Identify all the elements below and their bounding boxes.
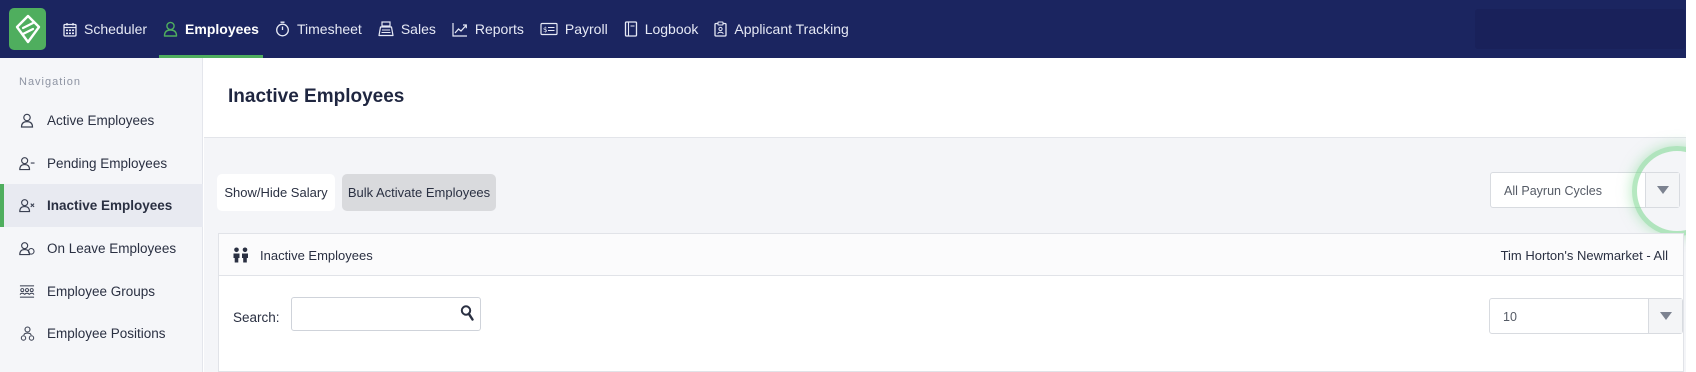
sidebar-item-label: On Leave Employees bbox=[47, 241, 177, 256]
user-menu[interactable] bbox=[1475, 9, 1685, 49]
nav-item-scheduler[interactable]: Scheduler bbox=[63, 0, 147, 58]
sidebar-item-inactive-employees[interactable]: Inactive Employees bbox=[0, 184, 203, 227]
bulk-activate-button[interactable]: Bulk Activate Employees bbox=[342, 174, 496, 211]
money-icon: $ bbox=[540, 22, 558, 36]
nav-item-label: Employees bbox=[185, 21, 259, 37]
search-label: Search: bbox=[233, 310, 280, 325]
nav-item-applicant-tracking[interactable]: Applicant Tracking bbox=[714, 0, 849, 58]
show-hide-salary-button[interactable]: Show/Hide Salary bbox=[217, 174, 335, 211]
nav-item-label: Timesheet bbox=[296, 21, 362, 37]
page-title: Inactive Employees bbox=[228, 86, 405, 107]
nav-item-sales[interactable]: Sales bbox=[378, 0, 436, 58]
sidebar-item-employee-groups[interactable]: Employee Groups bbox=[0, 270, 203, 313]
sidebar-heading: Navigation bbox=[19, 76, 81, 88]
stopwatch-icon bbox=[276, 21, 289, 37]
sidebar-item-label: Employee Positions bbox=[47, 326, 166, 341]
sidebar-item-label: Inactive Employees bbox=[47, 198, 173, 213]
page-length-select[interactable]: 10 bbox=[1489, 298, 1683, 334]
nav-item-label: Payroll bbox=[564, 21, 608, 37]
nav-item-logbook[interactable]: Logbook bbox=[624, 0, 699, 58]
person-icon bbox=[19, 113, 35, 129]
position-icon bbox=[19, 325, 35, 342]
dropdown-toggle[interactable] bbox=[1648, 299, 1682, 333]
sidebar-item-label: Active Employees bbox=[47, 113, 155, 128]
nav-item-label: Applicant Tracking bbox=[734, 21, 849, 37]
group-icon bbox=[19, 284, 35, 300]
clipboard-icon bbox=[714, 21, 728, 37]
svg-text:$: $ bbox=[543, 26, 547, 34]
page-header: Inactive Employees bbox=[204, 58, 1686, 138]
panel-header: Inactive Employees Tim Horton's Newmarke… bbox=[219, 234, 1683, 276]
search-input[interactable] bbox=[292, 298, 452, 330]
sidebar-item-pending-employees[interactable]: Pending Employees bbox=[0, 142, 203, 185]
chevron-down-icon bbox=[1656, 186, 1669, 194]
people-icon bbox=[233, 247, 248, 263]
location-label: Tim Horton's Newmarket - All bbox=[1500, 248, 1668, 263]
window-edge bbox=[1686, 0, 1696, 372]
calendar-icon bbox=[63, 22, 77, 37]
nav-item-payroll[interactable]: $ Payroll bbox=[540, 0, 608, 58]
inactive-employees-panel: Inactive Employees Tim Horton's Newmarke… bbox=[218, 233, 1684, 372]
sidebar-item-active-employees[interactable]: Active Employees bbox=[0, 99, 203, 142]
dropdown-toggle[interactable] bbox=[1645, 173, 1679, 207]
person-pending-icon bbox=[19, 156, 35, 172]
nav-item-label: Sales bbox=[400, 21, 436, 37]
sidebar-item-employee-positions[interactable]: Employee Positions bbox=[0, 312, 203, 355]
sidebar-item-label: Employee Groups bbox=[47, 284, 156, 299]
book-icon bbox=[624, 21, 637, 37]
main-content: Inactive Employees Show/Hide Salary Bulk… bbox=[204, 58, 1696, 372]
nav-item-label: Logbook bbox=[644, 21, 699, 37]
main-nav: Scheduler Employees Timesheet Sales Repo… bbox=[63, 0, 849, 58]
top-navigation-bar: Scheduler Employees Timesheet Sales Repo… bbox=[0, 0, 1696, 58]
page-length-value: 10 bbox=[1503, 310, 1517, 324]
nav-item-label: Scheduler bbox=[84, 21, 148, 37]
nav-item-reports[interactable]: Reports bbox=[452, 0, 524, 58]
person-remove-icon bbox=[19, 198, 35, 214]
search-icon bbox=[460, 305, 474, 321]
panel-title: Inactive Employees bbox=[260, 248, 373, 263]
register-icon bbox=[378, 21, 394, 37]
nav-item-label: Reports bbox=[474, 21, 524, 37]
app-logo[interactable] bbox=[9, 8, 46, 50]
sidebar: Navigation Active Employees Pending Empl… bbox=[0, 58, 203, 372]
person-icon bbox=[163, 21, 178, 37]
sidebar-item-label: Pending Employees bbox=[47, 156, 168, 171]
nav-item-employees[interactable]: Employees bbox=[159, 0, 263, 58]
chart-icon bbox=[452, 22, 467, 37]
payrun-cycle-select[interactable]: All Payrun Cycles bbox=[1490, 172, 1680, 208]
payrun-cycle-value: All Payrun Cycles bbox=[1504, 184, 1602, 198]
sidebar-item-on-leave-employees[interactable]: On Leave Employees bbox=[0, 227, 203, 270]
person-leave-icon bbox=[19, 241, 35, 257]
nav-item-timesheet[interactable]: Timesheet bbox=[275, 0, 362, 58]
logo-icon bbox=[15, 14, 40, 44]
search-field[interactable] bbox=[291, 297, 481, 331]
chevron-down-icon bbox=[1659, 312, 1672, 320]
